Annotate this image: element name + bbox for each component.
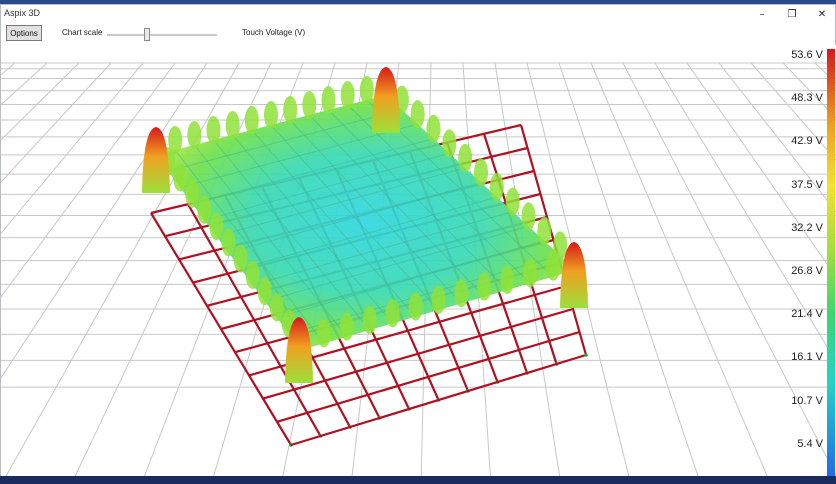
color-scale-bar: [827, 49, 835, 477]
voltage-rim-bump: [362, 306, 377, 334]
legend-label: 21.4 V: [791, 308, 823, 321]
voltage-rim-bump: [264, 101, 278, 129]
voltage-rim-bump: [321, 86, 336, 114]
voltage-rim-bump: [185, 179, 200, 208]
chart-scale-label: Chart scale: [62, 28, 103, 37]
voltage-rim-bump: [454, 279, 469, 308]
voltage-rim-bump: [244, 106, 259, 134]
voltage-rim-bump: [410, 100, 425, 129]
minimize-button[interactable]: –: [747, 6, 777, 22]
voltage-rim-bump: [316, 319, 331, 348]
voltage-rim-bump: [283, 96, 298, 124]
legend-label: 32.2 V: [791, 221, 823, 234]
taskbar: [0, 476, 836, 484]
options-button[interactable]: Options: [6, 25, 42, 41]
chart-scale-slider-thumb[interactable]: [144, 28, 150, 41]
maximize-button[interactable]: ❐: [777, 6, 807, 22]
voltage-rim-bump: [245, 261, 260, 289]
legend-label: 48.3 V: [791, 92, 823, 105]
voltage-rim-bump: [477, 272, 492, 301]
voltage-rim-bump: [173, 163, 188, 192]
voltage-rim-bump: [221, 228, 236, 257]
voltage-rim-bump: [257, 277, 272, 306]
voltage-rim-bump: [233, 244, 248, 273]
legend-label: 26.8 V: [791, 265, 823, 277]
voltage-rim-bump: [206, 116, 221, 144]
voltage-rim-bump: [474, 158, 488, 187]
legend-label: 42.9 V: [791, 135, 823, 148]
voltage-rim-bump: [197, 196, 212, 224]
voltage-rim-bump: [339, 312, 354, 341]
voltage-rim-bump: [385, 299, 400, 328]
voltage-rim-bump: [269, 293, 284, 322]
voltage-rim-bump: [500, 266, 515, 294]
voltage-rim-bump: [431, 286, 446, 314]
3d-voltage-plot[interactable]: [1, 45, 836, 481]
voltage-rim-bump: [187, 121, 202, 149]
ground-rod: [584, 353, 588, 357]
voltage-rim-bump: [225, 111, 240, 139]
voltage-rim-bump: [505, 187, 520, 216]
close-button[interactable]: ✕: [807, 6, 836, 22]
legend-label: 16.1 V: [791, 351, 823, 364]
voltage-rim-bump: [302, 91, 317, 119]
legend-label: 53.6 V: [791, 49, 823, 61]
voltage-rim-bump: [458, 143, 473, 172]
voltage-rim-bump: [209, 212, 224, 241]
voltage-rim-bump: [359, 76, 374, 104]
voltage-rim-bump: [408, 292, 423, 321]
chart-scale-slider-track[interactable]: [107, 34, 217, 36]
voltage-rim-bump: [521, 202, 536, 231]
voltage-rim-bump: [442, 129, 457, 158]
voltage-rim-bump: [426, 114, 441, 143]
legend-label: 5.4 V: [797, 437, 823, 450]
voltage-rim-bump: [537, 216, 552, 245]
title-bar[interactable]: Aspix 3D – ❐ ✕: [1, 5, 835, 23]
voltage-rim-bump: [489, 173, 504, 202]
app-window: Aspix 3D – ❐ ✕ Options Chart scale Touch…: [0, 4, 836, 481]
voltage-rim-bump: [340, 81, 355, 109]
touch-voltage-label: Touch Voltage (V): [242, 28, 306, 37]
voltage-rim-bump: [523, 259, 538, 288]
legend-label: 10.7 V: [791, 394, 823, 407]
toolbar: Options Chart scale Touch Voltage (V): [1, 23, 835, 45]
legend-label: 37.5 V: [791, 178, 823, 191]
voltage-rim-bump: [546, 252, 561, 281]
window-title: Aspix 3D: [4, 8, 41, 18]
